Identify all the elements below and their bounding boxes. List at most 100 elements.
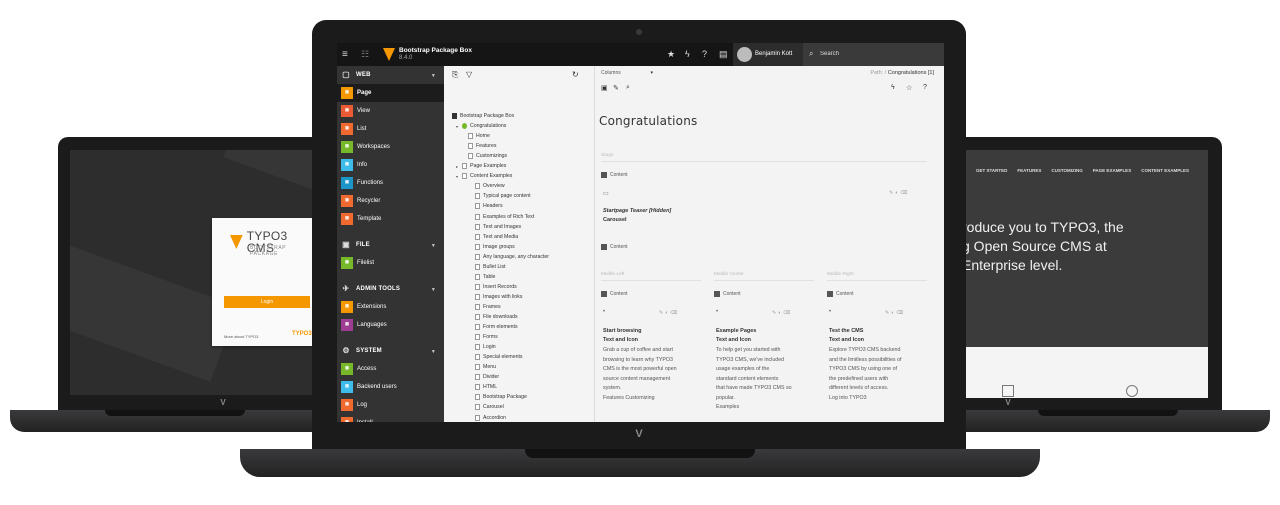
chevron-down-icon[interactable]: ▾ — [456, 174, 461, 179]
user-menu[interactable]: Benjamin Kott — [733, 43, 803, 66]
content-element-actions[interactable]: ✎◐⌫ — [889, 190, 909, 196]
module-item-view[interactable]: ■ View — [337, 102, 444, 120]
site-nav-link[interactable]: CUSTOMIZING — [1051, 168, 1082, 173]
content-element-actions[interactable]: ✎◐⌫ — [772, 310, 792, 316]
new-content-button[interactable]: Content — [601, 172, 628, 178]
module-group-system[interactable]: ⚙ SYSTEM ▼ — [337, 342, 444, 360]
tree-node[interactable]: Form elements — [475, 324, 518, 331]
tree-node[interactable]: Customizings — [468, 153, 507, 160]
tree-node[interactable]: Typical page content — [475, 193, 531, 200]
module-item-extensions[interactable]: ■ Extensions — [337, 298, 444, 316]
chevron-right-icon[interactable]: ▸ — [456, 164, 461, 169]
tree-node[interactable]: Insert Records — [475, 283, 517, 290]
edit-page-icon[interactable]: ✎ — [613, 84, 619, 92]
column-label: Middle Right — [827, 272, 854, 277]
module-item-recycler[interactable]: ■ Recycler — [337, 192, 444, 210]
help-icon[interactable]: ? — [923, 84, 927, 91]
module-group-label: FILE — [356, 242, 370, 248]
new-page-icon[interactable]: ⎘ — [452, 70, 458, 80]
module-item-install[interactable]: ■ Install — [337, 414, 444, 422]
tree-node[interactable]: Image groups — [475, 243, 515, 250]
tree-node[interactable]: Any language, any character — [475, 253, 549, 260]
tree-node[interactable]: Examples of Rich Text — [475, 213, 534, 220]
module-item-filelist[interactable]: ■ Filelist — [337, 254, 444, 272]
tree-node[interactable]: Text and Media — [475, 233, 518, 240]
help-icon[interactable]: ? — [702, 49, 707, 59]
tree-node[interactable]: Special elements — [475, 354, 523, 361]
tree-node[interactable]: Text and Images — [475, 223, 522, 230]
system-info-icon[interactable]: ▤ — [719, 49, 728, 60]
flush-cache-icon[interactable]: ϟ — [891, 84, 895, 91]
tree-node-label: Text and Images — [483, 223, 522, 230]
page-title: Congratulations — [599, 114, 698, 128]
new-content-button[interactable]: Content — [714, 291, 741, 297]
flush-cache-icon[interactable]: ϟ — [685, 49, 690, 59]
tree-node[interactable]: ▾ Congratulations — [456, 123, 506, 130]
site-nav-link[interactable]: CONTENT EXAMPLES — [1141, 168, 1189, 173]
tree-node[interactable]: ▾ Content Examples — [456, 173, 512, 180]
tree-node[interactable]: Login — [475, 344, 496, 351]
bookmark-star-icon[interactable]: ☆ — [906, 84, 912, 92]
search-icon[interactable]: ⌕ — [626, 84, 630, 92]
tree-node[interactable]: File downloads — [475, 314, 518, 320]
module-item-log[interactable]: ■ Log — [337, 396, 444, 414]
module-item-label: Extensions — [357, 304, 387, 310]
chevron-down-icon: ▾ — [650, 70, 653, 76]
tree-root[interactable]: Bootstrap Package Box — [452, 113, 514, 119]
tree-node-label: Home — [476, 133, 490, 140]
content-element-actions[interactable]: ✎◐⌫ — [885, 310, 905, 316]
tree-toggle-icon[interactable]: ☷ — [361, 49, 369, 60]
site-nav-link[interactable]: PAGE EXAMPLES — [1093, 168, 1131, 173]
tree-node[interactable]: Divider — [475, 374, 499, 381]
module-group-admin-tools[interactable]: ✈ ADMIN TOOLS ▼ — [337, 280, 444, 298]
tree-node[interactable]: Table — [475, 273, 495, 280]
module-item-functions[interactable]: ■ Functions — [337, 174, 444, 192]
tree-node[interactable]: Overview — [475, 183, 505, 190]
view-mode-select[interactable]: Columns ▾ — [601, 70, 653, 79]
menu-toggle-icon[interactable]: ≡ — [342, 49, 348, 60]
chevron-down-icon[interactable]: ▾ — [456, 124, 461, 129]
new-content-button[interactable]: Content — [601, 244, 628, 250]
reload-icon[interactable]: ↻ — [572, 70, 579, 79]
home-page-icon — [462, 123, 467, 130]
tree-node[interactable]: Bullet List — [475, 263, 506, 270]
content-element-actions[interactable]: ✎◐⌫ — [659, 310, 679, 316]
site-nav-link[interactable]: FEATURES — [1017, 168, 1041, 173]
module-group-file[interactable]: ▣ FILE ▼ — [337, 236, 444, 254]
tree-node[interactable]: Bootstrap Package — [475, 394, 527, 401]
tree-node[interactable]: Home — [468, 133, 490, 140]
module-item-workspaces[interactable]: ■ Workspaces — [337, 138, 444, 156]
tree-node[interactable]: Accordion — [475, 414, 506, 421]
module-item-access[interactable]: ■ Access — [337, 360, 444, 378]
module-group-web[interactable]: ▢ WEB ▼ — [337, 66, 444, 84]
filter-icon[interactable]: ▽ — [466, 70, 472, 79]
site-nav-link[interactable]: GET STARTED — [976, 168, 1007, 173]
login-button[interactable]: Login — [224, 296, 310, 308]
tree-node[interactable]: Images with links — [475, 293, 523, 300]
module-item-page[interactable]: ■ Page — [337, 84, 444, 102]
module-item-label: Backend users — [357, 384, 397, 390]
page-icon — [475, 263, 480, 270]
module-item-backend-users[interactable]: ■ Backend users — [337, 378, 444, 396]
module-item-list[interactable]: ■ List — [337, 120, 444, 138]
tree-node[interactable]: Carousel — [475, 404, 504, 411]
tree-node[interactable]: Menu — [475, 364, 496, 371]
tree-node[interactable]: ▸ Page Examples — [456, 163, 506, 170]
module-item-info[interactable]: ■ Info — [337, 156, 444, 174]
tree-node[interactable]: HTML — [475, 384, 497, 391]
module-item-languages[interactable]: ■ Languages — [337, 316, 444, 334]
typo3-logo-icon[interactable] — [383, 48, 395, 61]
new-content-button[interactable]: Content — [827, 291, 854, 297]
tree-node[interactable]: Frames — [475, 303, 501, 310]
save-icon[interactable]: ▣ — [601, 84, 608, 92]
bookmark-star-icon[interactable]: ★ — [667, 49, 675, 60]
module-item-template[interactable]: ■ Template — [337, 210, 444, 228]
tree-node[interactable]: Forms — [475, 334, 498, 341]
login-footer-link[interactable]: More about TYPO3 — [224, 334, 258, 339]
search-input[interactable] — [820, 51, 930, 57]
new-content-button[interactable]: Content — [601, 291, 628, 297]
path-page[interactable]: Congratulations [1] — [888, 70, 934, 76]
tree-node[interactable]: Features — [468, 143, 496, 150]
typo3-chin-logo: V — [220, 398, 226, 407]
tree-node[interactable]: Headers — [475, 203, 503, 210]
